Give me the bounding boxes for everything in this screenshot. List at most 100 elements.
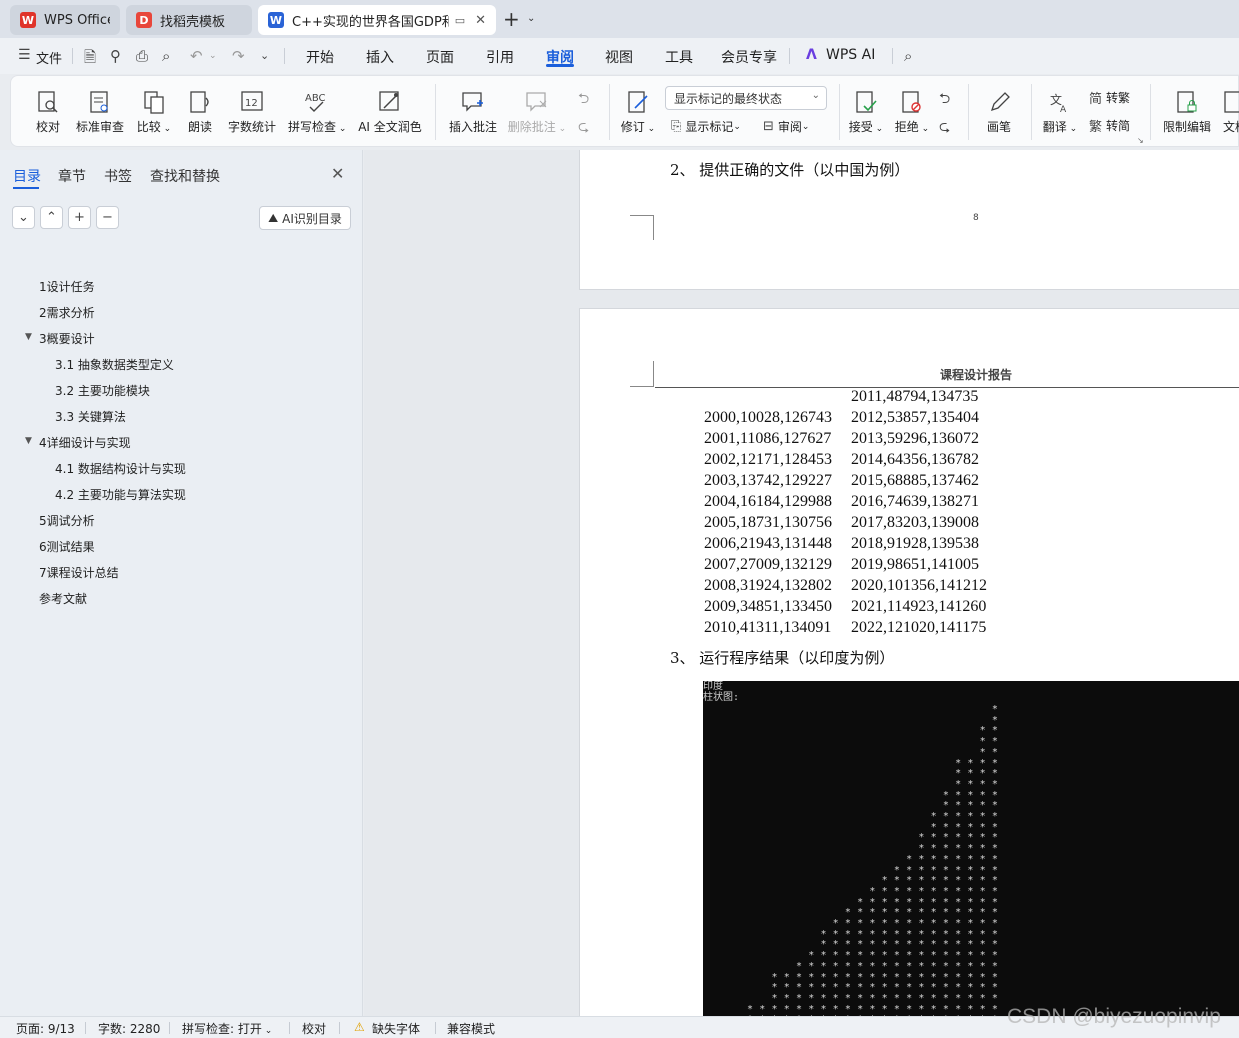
track-changes-button[interactable]: 修订 ⌄ [619,84,657,135]
toc-item[interactable]: 1设计任务 [39,278,95,295]
next-comment-icon[interactable]: ⮎ [578,116,589,140]
next-change-icon[interactable]: ⮎ [939,116,950,140]
chevron-down-icon[interactable]: ⌄ [527,13,535,24]
to-simplified-button[interactable]: 繁 转简 [1089,116,1130,135]
compare-button[interactable]: 比较 ⌄ [135,84,173,135]
toc-item[interactable]: 7课程设计总结 [39,564,119,581]
save-icon[interactable]: 🗎 [84,47,96,72]
tab-wps-office[interactable]: W WPS Office [10,5,120,35]
toc-item[interactable]: 3.1 抽象数据类型定义 [55,356,174,373]
label: 标准审查 [75,120,124,134]
data-line: 2000,10028,126743 [704,409,832,426]
tab-bookmarks[interactable]: 书签 [104,166,132,186]
prev-comment-icon[interactable]: ⮌ [578,88,589,112]
document-page[interactable]: 课程设计报告 2011,48794,134735 2000,10028,1267… [579,308,1239,1016]
translate-button[interactable]: 文A 翻译 ⌄ [1041,84,1079,135]
data-line: 2018,91928,139538 [851,535,979,552]
delete-comment-button[interactable]: 删除批注 ⌄ [507,84,567,135]
undo-icon[interactable]: ↶ [190,47,203,65]
expand-corner-icon[interactable]: ↘ [1137,136,1144,145]
spell-check-button[interactable]: ABC 拼写检查 ⌄ [288,84,346,135]
compat-mode-status[interactable]: 兼容模式 [447,1020,495,1037]
menu-view[interactable]: 视图 [605,47,633,67]
collapse-all-button[interactable]: ⌄ [12,206,35,229]
ai-toc-button[interactable]: ⛰ AI识别目录 [259,206,351,230]
pen-button[interactable]: 画笔 [981,84,1017,135]
page-header-title: 课程设计报告 [940,368,1013,382]
label: 文档 [1223,120,1239,134]
toc-item[interactable]: 3概要设计 [39,330,95,347]
page-indicator[interactable]: 页面: 9/13 [16,1020,75,1037]
document-button[interactable]: 文档 [1223,84,1239,135]
hamburger-icon[interactable]: ☰ [18,47,31,63]
review-pane-icon: ⊟ [763,119,774,134]
standard-review-button[interactable]: 标准审查 [74,84,126,135]
toc-item[interactable]: 2需求分析 [39,304,95,321]
demote-button[interactable]: − [96,206,119,229]
data-line: 2007,27009,132129 [704,556,832,573]
more-chevron-icon[interactable]: ⌄ [260,49,269,62]
redo-icon[interactable]: ↷ [232,47,245,65]
missing-font-status[interactable]: 缺失字体 [372,1020,420,1037]
tab-docer-templates[interactable]: D 找稻壳模板 [126,5,252,35]
console-text: 印度 柱状图: [703,681,739,703]
menu-member[interactable]: 会员专享 [721,47,777,67]
print-icon[interactable]: ⎙ [136,47,148,65]
undo-dropdown-icon[interactable]: ⌄ [209,51,217,61]
chevron-up-icon: ⌃ [46,210,57,225]
ai-polish-button[interactable]: AI 全文润色 [357,84,423,135]
toc-item[interactable]: 4.2 主要功能与算法实现 [55,486,186,503]
document-page[interactable]: 2、 提供正确的文件（以中国为例） 8 [579,150,1239,290]
show-markup-button[interactable]: ⎘ 显示标记 ⌄ [671,118,741,135]
prev-change-icon[interactable]: ⮌ [939,88,950,112]
review-pane-button[interactable]: ⊟ 审阅 ⌄ [763,118,809,135]
menu-home[interactable]: 开始 [306,47,334,67]
toc-item[interactable]: 3.2 主要功能模块 [55,382,150,399]
markup-display-select[interactable]: 显示标记的最终状态 ⌄ [665,86,827,110]
close-panel-icon[interactable]: ✕ [331,164,344,183]
tab-sections[interactable]: 章节 [58,166,86,186]
tab-toc[interactable]: 目录 [13,166,41,186]
menu-references[interactable]: 引用 [486,47,514,67]
read-aloud-button[interactable]: 朗读 [185,84,215,135]
menu-insert[interactable]: 插入 [366,47,394,67]
close-tab-icon[interactable]: ✕ [475,13,486,28]
share-icon[interactable]: ⚲ [110,47,121,65]
toc-item[interactable]: 4详细设计与实现 [39,434,131,451]
monitor-icon[interactable]: ▭ [455,14,465,27]
to-traditional-button[interactable]: 简 转繁 [1089,88,1130,107]
warning-icon: ⚠ [354,1020,365,1034]
expand-triangle-icon[interactable]: ▼ [25,436,32,446]
word-count[interactable]: 字数: 2280 [98,1020,160,1037]
reject-button[interactable]: 拒绝 ⌄ [893,84,931,135]
menu-file[interactable]: 文件 [36,48,62,67]
promote-button[interactable]: + [68,206,91,229]
toc-item[interactable]: 4.1 数据结构设计与实现 [55,460,186,477]
menu-wps-ai[interactable]: WPS AI [826,47,875,63]
insert-comment-button[interactable]: 插入批注 [448,84,498,135]
expand-up-button[interactable]: ⌃ [40,206,63,229]
toc-item[interactable]: 5调试分析 [39,512,95,529]
page-number: 8 [973,213,979,223]
svg-text:12: 12 [245,98,258,109]
restrict-edit-button[interactable]: 限制编辑 [1161,84,1213,135]
menu-page[interactable]: 页面 [426,47,454,67]
active-tab-indicator [546,64,574,67]
track-changes-icon [619,84,657,114]
word-count-button[interactable]: 12 字数统计 [226,84,278,135]
tab-current-document[interactable]: W C++实现的世界各国GDP和人 ▭ ✕ [258,5,496,35]
menu-tools[interactable]: 工具 [665,47,693,67]
print-preview-icon[interactable]: ⌕ [162,47,170,65]
toc-item[interactable]: 3.3 关键算法 [55,408,126,425]
proofread-button[interactable]: 校对 [31,84,65,135]
proof-status[interactable]: 校对 [302,1020,326,1037]
toc-item[interactable]: 6测试结果 [39,538,95,555]
expand-triangle-icon[interactable]: ▼ [25,332,32,342]
search-icon[interactable]: ⌕ [904,47,912,65]
document-canvas[interactable]: 2、 提供正确的文件（以中国为例） 8 课程设计报告 2011,48794,13… [364,150,1239,1016]
spell-check-status[interactable]: 拼写检查: 打开 ⌄ [182,1020,272,1037]
tab-find-replace[interactable]: 查找和替换 [150,166,220,186]
new-tab-icon[interactable]: + [503,9,520,29]
toc-item[interactable]: 参考文献 [39,590,87,607]
accept-button[interactable]: 接受 ⌄ [847,84,885,135]
